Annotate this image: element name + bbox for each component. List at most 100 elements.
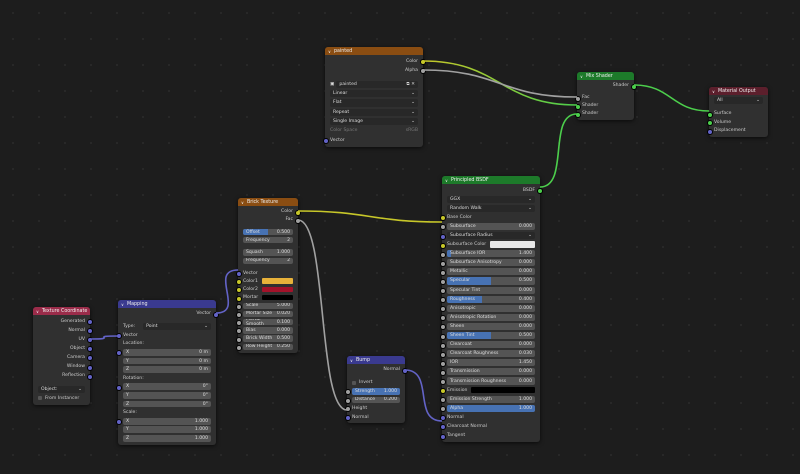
socket-grey[interactable] <box>419 68 426 75</box>
chevron-down-icon[interactable]: ∨ <box>580 74 583 79</box>
color-swatch[interactable] <box>262 294 293 301</box>
node-link[interactable] <box>89 335 119 340</box>
value-field[interactable]: Metallic 0.000 <box>447 268 535 276</box>
socket-grey[interactable] <box>439 333 446 340</box>
node-link[interactable] <box>404 369 443 422</box>
socket-purple[interactable] <box>86 328 93 335</box>
value-field[interactable]: Offset 0.500 <box>243 228 293 236</box>
socket-purple[interactable] <box>212 311 219 318</box>
node-brick[interactable]: ∨ Brick Texture Color Fac Offset 0.500 Frequen… <box>235 198 301 353</box>
color-swatch[interactable] <box>490 241 535 248</box>
socket-yellow[interactable] <box>235 295 242 302</box>
socket-grey[interactable] <box>439 369 446 376</box>
socket-grey[interactable] <box>235 344 242 351</box>
value-field[interactable]: IOR 1.450 <box>447 359 535 367</box>
dropdown[interactable]: All ⌄ <box>714 97 763 105</box>
dropdown[interactable]: Linear ⌄ <box>330 90 418 98</box>
socket-grey[interactable] <box>439 269 446 276</box>
socket-purple[interactable] <box>115 333 122 340</box>
node-bump[interactable]: ∨ Bump Normal Invert Strength 1.000 Distance 0.… <box>344 356 408 424</box>
dropdown[interactable]: GGX ⌄ <box>447 195 535 203</box>
node-header[interactable]: ∨ Mix Shader <box>577 72 634 80</box>
value-field[interactable]: Specular Tint 0.000 <box>447 286 535 294</box>
color-swatch[interactable] <box>261 286 293 293</box>
socket-purple[interactable] <box>439 233 446 240</box>
value-field[interactable]: Z 0 m <box>123 366 211 373</box>
node-header[interactable]: ∨ Bump <box>347 356 405 364</box>
socket-purple[interactable] <box>115 350 122 357</box>
socket-grey[interactable] <box>439 360 446 367</box>
dropdown[interactable]: Single Image ⌄ <box>330 117 418 126</box>
value-field[interactable]: Strength 1.000 <box>352 387 400 395</box>
socket-purple[interactable] <box>706 128 713 135</box>
chevron-down-icon[interactable]: ∨ <box>36 309 39 314</box>
socket-grey[interactable] <box>439 379 446 386</box>
socket-grey[interactable] <box>439 397 446 404</box>
value-field[interactable]: Squash 1.000 <box>243 249 293 256</box>
value-field[interactable]: Anisotropic Rotation 0.000 <box>447 313 535 321</box>
node-header[interactable]: ∨ Texture Coordinate <box>33 307 90 315</box>
value-field[interactable]: Z 1.000 <box>123 435 211 442</box>
node-header[interactable]: ∨ Material Output <box>709 87 768 95</box>
node-texcoord[interactable]: ∨ Texture Coordinate Generated Normal UV Obje… <box>33 307 93 405</box>
socket-purple[interactable] <box>401 367 408 374</box>
socket-purple[interactable] <box>86 364 93 371</box>
socket-purple[interactable] <box>86 346 93 353</box>
socket-yellow[interactable] <box>439 242 446 249</box>
value-field[interactable]: Anisotropic 0.000 <box>447 304 535 312</box>
socket-purple[interactable] <box>235 271 242 277</box>
socket-grey[interactable] <box>439 260 446 267</box>
color-swatch[interactable] <box>261 278 293 285</box>
chevron-down-icon[interactable]: ∨ <box>350 358 353 363</box>
value-field[interactable]: Mortar Size 0.020 <box>243 310 293 318</box>
socket-grey[interactable] <box>344 406 351 413</box>
socket-purple[interactable] <box>344 415 351 422</box>
dropdown[interactable]: Repeat ⌄ <box>330 108 418 116</box>
socket-grey[interactable] <box>344 389 351 396</box>
dropdown[interactable]: Random Walk ⌄ <box>447 204 535 212</box>
socket-grey[interactable] <box>235 320 242 327</box>
socket-grey[interactable] <box>439 288 446 295</box>
node-bsdf[interactable]: ∨ Principled BSDF BSDF GGX ⌄ Random Walk ⌄ Base… <box>439 176 543 443</box>
value-field[interactable]: Y 0 m <box>123 357 211 365</box>
socket-grey[interactable] <box>439 297 446 304</box>
value-field[interactable]: Clearcoat Roughness 0.030 <box>447 350 535 358</box>
socket-grey[interactable] <box>294 217 301 224</box>
node-link[interactable] <box>297 210 443 223</box>
socket-purple[interactable] <box>439 415 446 422</box>
value-field[interactable]: X 1.000 <box>123 417 211 425</box>
value-field[interactable]: Brick Width 0.500 <box>243 335 293 342</box>
dropdown[interactable]: Object: ⌄ <box>38 385 85 393</box>
node-header[interactable]: ∨ Mapping <box>118 300 216 308</box>
value-field[interactable]: Z 0° <box>123 400 211 408</box>
socket-grey[interactable] <box>235 303 242 310</box>
socket-green[interactable] <box>706 120 713 126</box>
socket-yellow[interactable] <box>419 59 426 66</box>
value-field[interactable]: X 0° <box>123 383 211 391</box>
socket-yellow[interactable] <box>294 209 301 216</box>
socket-purple[interactable] <box>86 355 93 362</box>
node-link[interactable] <box>422 69 578 98</box>
socket-grey[interactable] <box>344 397 351 404</box>
value-field[interactable]: Subsurface IOR 1.400 <box>447 250 535 258</box>
value-field[interactable]: Alpha 1.000 <box>447 404 535 412</box>
node-link[interactable] <box>422 60 578 106</box>
value-field[interactable]: Sheen 0.000 <box>447 322 535 330</box>
socket-purple[interactable] <box>115 384 122 391</box>
node-link[interactable] <box>297 219 348 411</box>
socket-purple[interactable] <box>86 373 93 380</box>
socket-green[interactable] <box>706 111 713 118</box>
socket-grey[interactable] <box>439 406 446 413</box>
socket-grey[interactable] <box>235 328 242 335</box>
node-mix[interactable]: ∨ Mix Shader Shader Fac Shader Shader <box>574 72 637 120</box>
chevron-down-icon[interactable]: ∨ <box>712 89 715 94</box>
node-image[interactable]: ∨ painted Color Alpha ▣ painted ⧉ ✕ Linear ⌄ Flat… <box>322 47 426 147</box>
value-field[interactable]: Frequency 2 <box>243 237 293 244</box>
socket-grey[interactable] <box>439 324 446 331</box>
value-field[interactable]: Subsurface 0.000 <box>447 222 535 230</box>
node-header[interactable]: ∨ Principled BSDF <box>442 176 540 184</box>
value-field[interactable]: Transmission Roughness 0.000 <box>447 377 535 385</box>
value-field[interactable]: Clearcoat 0.000 <box>447 341 535 349</box>
socket-grey[interactable] <box>439 306 446 313</box>
chevron-down-icon[interactable]: ∨ <box>328 49 331 54</box>
